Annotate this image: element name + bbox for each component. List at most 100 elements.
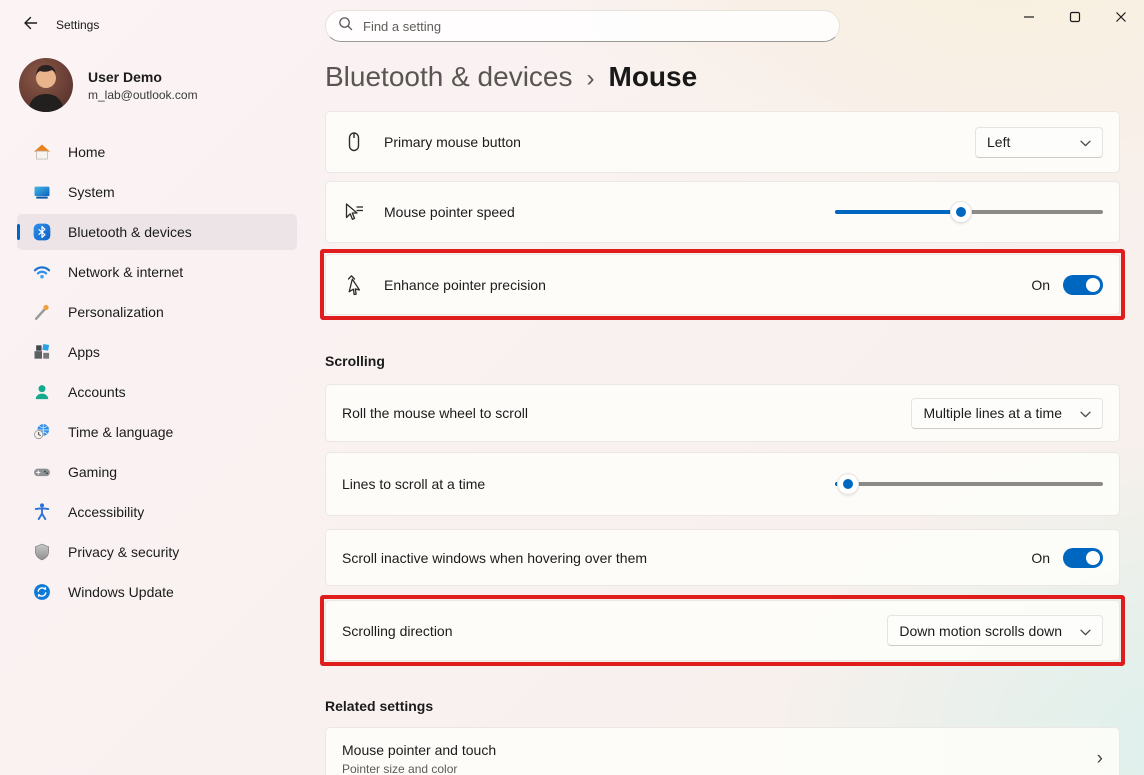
setting-row-mouse-pointer-and-touch[interactable]: Mouse pointer and touch Pointer size and… xyxy=(325,727,1120,775)
sidebar-item-accounts[interactable]: Accounts xyxy=(17,374,297,410)
accounts-icon xyxy=(32,382,52,402)
slider-fill xyxy=(835,482,848,486)
section-header-related-settings: Related settings xyxy=(325,698,1120,714)
setting-label: Primary mouse button xyxy=(384,134,521,150)
sidebar-item-accessibility[interactable]: Accessibility xyxy=(17,494,297,530)
dropdown-value: Multiple lines at a time xyxy=(923,405,1062,421)
back-arrow-icon xyxy=(21,14,39,37)
chevron-down-icon xyxy=(1080,405,1091,421)
setting-row-scrolling-direction: Scrolling direction Down motion scrolls … xyxy=(325,600,1120,661)
slider-handle[interactable] xyxy=(951,202,971,222)
system-icon xyxy=(32,182,52,202)
settings-window: Settings User Demo xyxy=(0,0,1144,775)
slider-fill xyxy=(835,210,961,214)
setting-row-enhance-pointer-precision: Enhance pointer precision On xyxy=(325,254,1120,315)
setting-row-wheel-scroll: Roll the mouse wheel to scroll Multiple … xyxy=(325,384,1120,442)
gaming-icon xyxy=(32,462,52,482)
sidebar: User Demo m_lab@outlook.com Home System … xyxy=(0,46,312,775)
sidebar-item-label: Apps xyxy=(68,344,100,360)
profile-email: m_lab@outlook.com xyxy=(88,88,198,102)
section-header-scrolling: Scrolling xyxy=(325,353,1120,369)
highlight-box-enhance-pointer-precision: Enhance pointer precision On xyxy=(320,249,1125,320)
primary-button-dropdown[interactable]: Left xyxy=(975,127,1103,158)
sidebar-item-network-internet[interactable]: Network & internet xyxy=(17,254,297,290)
setting-label: Mouse pointer and touch xyxy=(342,742,496,758)
back-button[interactable] xyxy=(14,12,46,38)
enhance-precision-toggle[interactable] xyxy=(1063,275,1103,295)
sidebar-item-label: Home xyxy=(68,144,105,160)
sidebar-item-label: System xyxy=(68,184,115,200)
chevron-down-icon xyxy=(1080,623,1091,639)
pointer-precision-icon xyxy=(342,273,366,297)
toggle-knob xyxy=(1086,551,1100,565)
sidebar-item-label: Accounts xyxy=(68,384,126,400)
breadcrumb: Bluetooth & devices › Mouse xyxy=(325,61,1120,93)
slider-handle[interactable] xyxy=(838,474,858,494)
profile-card[interactable]: User Demo m_lab@outlook.com xyxy=(19,58,297,112)
setting-subtitle: Pointer size and color xyxy=(342,762,496,775)
apps-icon xyxy=(32,342,52,362)
sidebar-item-label: Network & internet xyxy=(68,264,183,280)
sidebar-item-apps[interactable]: Apps xyxy=(17,334,297,370)
dropdown-value: Left xyxy=(987,134,1010,150)
mouse-icon xyxy=(342,130,366,154)
setting-label: Roll the mouse wheel to scroll xyxy=(342,405,528,421)
time-language-icon xyxy=(32,422,52,442)
sidebar-item-label: Windows Update xyxy=(68,584,174,600)
lines-scroll-slider[interactable] xyxy=(835,473,1103,495)
network-icon xyxy=(32,262,52,282)
privacy-security-icon xyxy=(32,542,52,562)
toggle-knob xyxy=(1086,278,1100,292)
setting-row-mouse-pointer-speed: Mouse pointer speed xyxy=(325,181,1120,243)
sidebar-item-time-language[interactable]: Time & language xyxy=(17,414,297,450)
pointer-speed-icon xyxy=(342,200,366,224)
setting-label: Mouse pointer speed xyxy=(384,204,515,220)
sidebar-item-label: Gaming xyxy=(68,464,117,480)
breadcrumb-separator: › xyxy=(587,65,595,93)
setting-row-primary-mouse-button: Primary mouse button Left xyxy=(325,111,1120,173)
search-icon xyxy=(338,16,353,36)
scrolling-direction-dropdown[interactable]: Down motion scrolls down xyxy=(887,615,1103,646)
bluetooth-icon xyxy=(32,222,52,242)
sidebar-item-home[interactable]: Home xyxy=(17,134,297,170)
search-input[interactable] xyxy=(363,19,827,34)
sidebar-item-personalization[interactable]: Personalization xyxy=(17,294,297,330)
search-box[interactable] xyxy=(325,10,840,42)
toggle-state-label: On xyxy=(1031,550,1050,566)
chevron-right-icon: › xyxy=(1097,748,1103,770)
personalization-icon xyxy=(32,302,52,322)
windows-update-icon xyxy=(32,582,52,602)
avatar xyxy=(19,58,73,112)
wheel-scroll-dropdown[interactable]: Multiple lines at a time xyxy=(911,398,1103,429)
setting-label: Enhance pointer precision xyxy=(384,277,546,293)
main-content: Bluetooth & devices › Mouse Primary mous… xyxy=(325,0,1120,775)
profile-name: User Demo xyxy=(88,69,198,85)
sidebar-item-bluetooth-devices[interactable]: Bluetooth & devices xyxy=(17,214,297,250)
setting-label: Lines to scroll at a time xyxy=(342,476,485,492)
chevron-down-icon xyxy=(1080,134,1091,150)
toggle-state-label: On xyxy=(1031,277,1050,293)
home-icon xyxy=(32,142,52,162)
breadcrumb-parent-link[interactable]: Bluetooth & devices xyxy=(325,61,573,93)
sidebar-item-label: Time & language xyxy=(68,424,173,440)
sidebar-nav: Home System Bluetooth & devices Network … xyxy=(17,134,297,610)
dropdown-value: Down motion scrolls down xyxy=(899,623,1062,639)
setting-row-lines-to-scroll: Lines to scroll at a time xyxy=(325,452,1120,516)
setting-row-scroll-inactive-windows: Scroll inactive windows when hovering ov… xyxy=(325,529,1120,586)
scroll-inactive-toggle[interactable] xyxy=(1063,548,1103,568)
sidebar-item-gaming[interactable]: Gaming xyxy=(17,454,297,490)
accessibility-icon xyxy=(32,502,52,522)
window-title: Settings xyxy=(56,18,99,32)
page-title: Mouse xyxy=(609,61,698,93)
sidebar-item-label: Personalization xyxy=(68,304,164,320)
pointer-speed-slider[interactable] xyxy=(835,201,1103,223)
setting-label: Scroll inactive windows when hovering ov… xyxy=(342,550,647,566)
sidebar-item-system[interactable]: System xyxy=(17,174,297,210)
sidebar-item-windows-update[interactable]: Windows Update xyxy=(17,574,297,610)
sidebar-item-label: Bluetooth & devices xyxy=(68,224,192,240)
sidebar-item-label: Accessibility xyxy=(68,504,144,520)
sidebar-item-privacy-security[interactable]: Privacy & security xyxy=(17,534,297,570)
highlight-box-scrolling-direction: Scrolling direction Down motion scrolls … xyxy=(320,595,1125,666)
slider-track[interactable] xyxy=(835,482,1103,486)
setting-label: Scrolling direction xyxy=(342,623,453,639)
